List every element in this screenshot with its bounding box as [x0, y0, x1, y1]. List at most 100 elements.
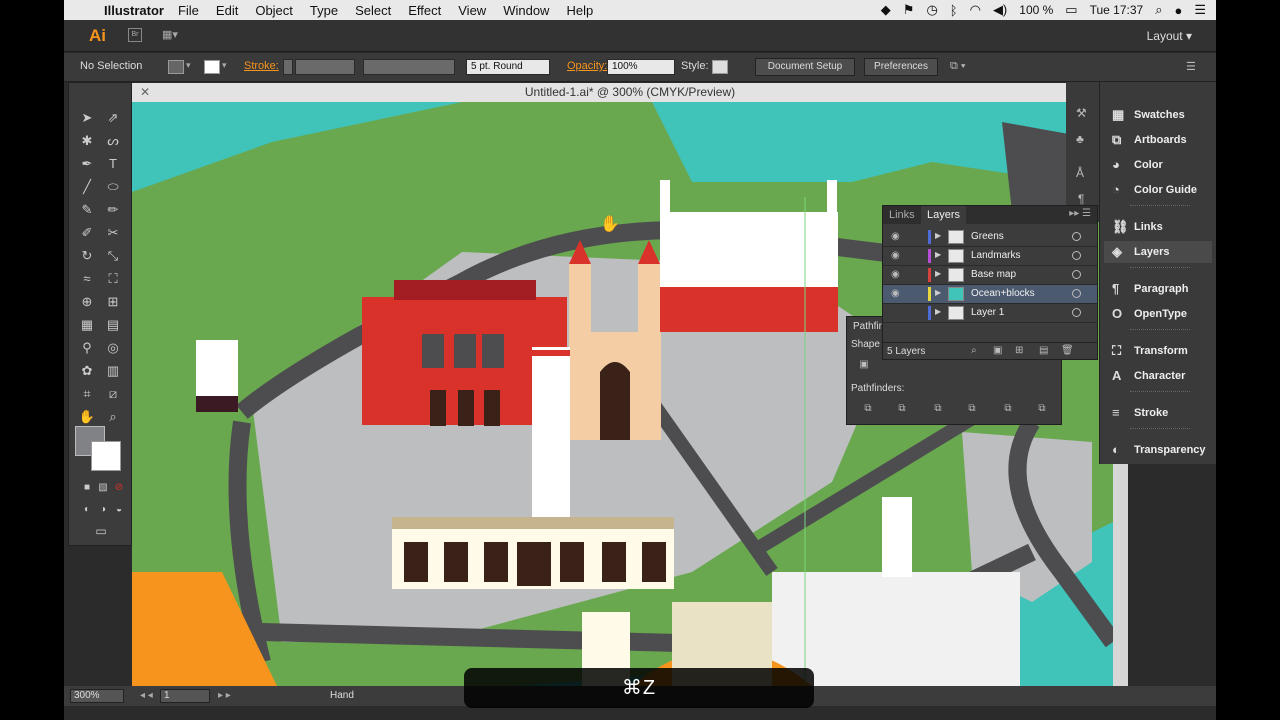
mesh-tool-icon[interactable]: ▦	[75, 315, 99, 335]
screen-mode-icon[interactable]: ▭	[89, 521, 113, 541]
stroke-color-box[interactable]	[91, 441, 121, 471]
none-mode-icon[interactable]: ⊘	[107, 478, 131, 498]
free-transform-tool-icon[interactable]: ⛶	[101, 269, 125, 289]
target-circle-icon[interactable]	[1072, 308, 1081, 317]
new-layer-icon[interactable]: ▤	[1039, 345, 1048, 356]
clock[interactable]: Tue 17:37	[1090, 3, 1144, 17]
preferences-button[interactable]: Preferences	[864, 58, 938, 76]
graph-tool-icon[interactable]: ▥	[101, 361, 125, 381]
expand-triangle-icon[interactable]: ▶	[935, 307, 941, 316]
brush-dropdown[interactable]: 5 pt. Round	[466, 59, 550, 75]
expand-triangle-icon[interactable]: ▶	[935, 231, 941, 240]
zoom-field[interactable]: 300%	[70, 689, 124, 703]
stroke-weight-field[interactable]	[295, 59, 355, 75]
paintbrush-tool-icon[interactable]: ✎	[75, 200, 99, 220]
dock-stroke[interactable]: ≡ Stroke	[1104, 402, 1212, 424]
unite-icon[interactable]: ▣	[855, 359, 873, 373]
blob-brush-tool-icon[interactable]: ✐	[75, 223, 99, 243]
variable-width-dropdown[interactable]	[363, 59, 455, 75]
scale-tool-icon[interactable]: ⤡	[101, 246, 125, 266]
pathfinder-tab[interactable]: Pathfin	[853, 321, 884, 332]
control-bar-menu-icon[interactable]: ☰	[1186, 60, 1196, 73]
perspective-grid-tool-icon[interactable]: ⊞	[101, 292, 125, 312]
tab-layers[interactable]: Layers	[921, 206, 967, 224]
magic-wand-tool-icon[interactable]: ✱	[75, 131, 99, 151]
zoom-tool-icon[interactable]: ⌕	[101, 407, 125, 427]
dock-color[interactable]: ◕ Color	[1104, 154, 1212, 176]
rotate-tool-icon[interactable]: ↻	[75, 246, 99, 266]
opacity-field[interactable]: 100%	[607, 59, 675, 75]
dock-links[interactable]: ⛓ Links	[1104, 216, 1212, 238]
graphic-style-swatch[interactable]	[712, 60, 728, 74]
layer-name[interactable]: Layer 1	[971, 307, 1004, 318]
time-machine-icon[interactable]: ◷	[926, 2, 937, 18]
shape-builder-tool-icon[interactable]: ⊕	[75, 292, 99, 312]
dock-color-guide[interactable]: ◔ Color Guide	[1104, 179, 1212, 201]
outline-icon[interactable]: ⧉	[999, 403, 1017, 417]
draw-inside-icon[interactable]: ◒	[107, 500, 131, 520]
symbol-sprayer-tool-icon[interactable]: ✿	[75, 361, 99, 381]
dock-layers[interactable]: ◈ Layers	[1104, 241, 1212, 263]
dock-transparency[interactable]: ◐ Transparency	[1104, 439, 1212, 461]
fill-dropdown-icon[interactable]: ▾	[186, 60, 191, 71]
brushes-icon[interactable]: ⚒	[1076, 106, 1087, 120]
dropbox-icon[interactable]: ◆	[881, 2, 891, 18]
panel-menu-icon[interactable]: ▸▸ ☰	[1069, 208, 1091, 219]
target-circle-icon[interactable]	[1072, 232, 1081, 241]
graphic-styles-icon[interactable]: Å	[1076, 166, 1084, 180]
pen-tool-icon[interactable]: ✒	[75, 154, 99, 174]
fill-swatch[interactable]	[168, 60, 184, 74]
arrange-icon[interactable]: ⧉ ▾	[950, 60, 966, 73]
notification-center-icon[interactable]: ☰	[1194, 2, 1206, 18]
line-tool-icon[interactable]: ╱	[75, 177, 99, 197]
menu-edit[interactable]: Edit	[216, 3, 238, 18]
dock-paragraph[interactable]: ¶ Paragraph	[1104, 278, 1212, 300]
layer-row-base-map[interactable]: ◉ ▶ Base map	[883, 266, 1097, 285]
target-circle-icon[interactable]	[1072, 289, 1081, 298]
wifi-icon[interactable]: ◠	[970, 2, 981, 18]
menu-view[interactable]: View	[458, 3, 486, 18]
trim-icon[interactable]: ⧉	[893, 403, 911, 417]
glyphs-icon[interactable]: ¶	[1078, 192, 1084, 206]
layer-name[interactable]: Landmarks	[971, 250, 1020, 261]
dock-swatches[interactable]: ▦ Swatches	[1104, 104, 1212, 126]
blend-tool-icon[interactable]: ◎	[101, 338, 125, 358]
dock-artboards[interactable]: ⧉ Artboards	[1104, 129, 1212, 151]
merge-icon[interactable]: ⧉	[929, 403, 947, 417]
layer-name[interactable]: Ocean+blocks	[971, 288, 1035, 299]
layer-name[interactable]: Greens	[971, 231, 1004, 242]
layer-row-greens[interactable]: ◉ ▶ Greens	[883, 228, 1097, 247]
clipping-mask-icon[interactable]: ▣	[993, 345, 1002, 356]
expand-triangle-icon[interactable]: ▶	[935, 288, 941, 297]
pencil-tool-icon[interactable]: ✏	[101, 200, 125, 220]
bridge-button[interactable]: Br	[128, 28, 142, 42]
artboard-next-icons[interactable]: ▸ ▸	[218, 690, 231, 701]
dock-character[interactable]: A Character	[1104, 365, 1212, 387]
divide-icon[interactable]: ⧉	[859, 403, 877, 417]
layer-row-landmarks[interactable]: ◉ ▶ Landmarks	[883, 247, 1097, 266]
volume-icon[interactable]: ◀)	[993, 2, 1007, 18]
arrange-documents-icon[interactable]: ▦▾	[162, 28, 186, 42]
stroke-label[interactable]: Stroke:	[244, 60, 279, 72]
menu-window[interactable]: Window	[503, 3, 549, 18]
selection-tool-icon[interactable]: ➤	[75, 108, 99, 128]
menu-type[interactable]: Type	[310, 3, 338, 18]
expand-triangle-icon[interactable]: ▶	[935, 269, 941, 278]
document-tab[interactable]: ✕ Untitled-1.ai* @ 300% (CMYK/Preview)	[132, 83, 1128, 102]
hand-tool-icon[interactable]: ✋	[75, 407, 99, 427]
crop-icon[interactable]: ⧉	[963, 403, 981, 417]
target-circle-icon[interactable]	[1072, 270, 1081, 279]
menu-file[interactable]: File	[178, 3, 199, 18]
app-menu[interactable]: Illustrator	[104, 3, 164, 18]
battery-percent[interactable]: 100 %	[1019, 3, 1053, 17]
battery-icon[interactable]: ▭	[1065, 2, 1077, 18]
document-setup-button[interactable]: Document Setup	[755, 58, 855, 76]
flag-icon[interactable]: ⚑	[903, 2, 915, 18]
slice-tool-icon[interactable]: ⧄	[101, 384, 125, 404]
spotlight-icon[interactable]: ⌕	[1155, 2, 1162, 18]
user-icon[interactable]: ●	[1174, 3, 1182, 18]
stroke-weight-stepper[interactable]	[283, 59, 293, 75]
tab-links[interactable]: Links	[883, 206, 921, 224]
menu-help[interactable]: Help	[566, 3, 593, 18]
eyedropper-tool-icon[interactable]: ⚲	[75, 338, 99, 358]
